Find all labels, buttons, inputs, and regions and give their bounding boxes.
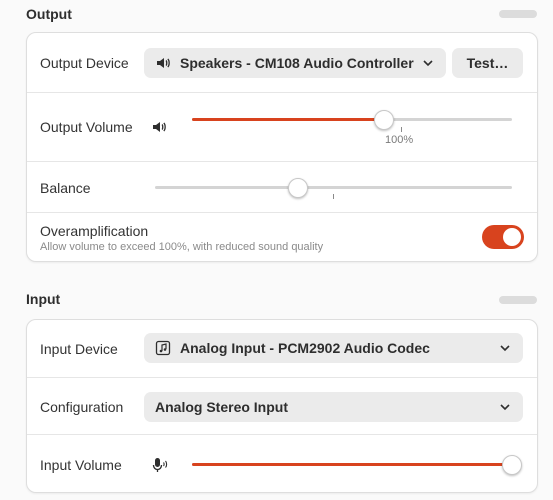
balance-knob[interactable] xyxy=(287,178,308,198)
test-button[interactable]: Test… xyxy=(452,48,523,78)
balance-center-tick xyxy=(333,194,334,199)
output-device-row: Output Device Speakers - CM108 Audio Con… xyxy=(27,33,537,92)
output-volume-label: Output Volume xyxy=(40,119,133,135)
toggle-knob xyxy=(503,228,521,246)
chevron-down-icon xyxy=(500,404,510,411)
microphone-icon xyxy=(152,458,168,472)
overamplification-row: Overamplification Allow volume to exceed… xyxy=(27,212,537,261)
balance-label: Balance xyxy=(40,180,91,196)
output-volume-slider[interactable] xyxy=(192,110,512,130)
input-section-title: Input xyxy=(26,291,61,307)
overamplification-description: Allow volume to exceed 100%, with reduce… xyxy=(40,241,324,253)
speaker-icon xyxy=(153,122,166,132)
configuration-dropdown[interactable]: Analog Stereo Input xyxy=(144,392,523,422)
input-device-value: Analog Input - PCM2902 Audio Codec xyxy=(180,340,430,356)
input-volume-fill xyxy=(192,463,512,466)
overamplification-label: Overamplification xyxy=(40,223,149,239)
configuration-value: Analog Stereo Input xyxy=(155,399,288,415)
output-volume-100-tick-label: 100% xyxy=(385,134,414,146)
input-section-handle xyxy=(499,296,537,304)
output-volume-row: Output Volume 100% xyxy=(27,92,537,162)
speaker-icon xyxy=(157,58,170,68)
configuration-label: Configuration xyxy=(40,399,124,415)
output-volume-100-tick xyxy=(401,127,402,132)
input-card: Input Device Analog Input - PCM2902 Audi… xyxy=(26,319,538,493)
output-device-value: Speakers - CM108 Audio Controller xyxy=(180,55,414,71)
input-device-dropdown[interactable]: Analog Input - PCM2902 Audio Codec xyxy=(144,333,523,363)
output-volume-fill xyxy=(192,118,384,121)
input-device-row: Input Device Analog Input - PCM2902 Audi… xyxy=(27,320,537,377)
output-section-title: Output xyxy=(26,6,72,22)
chevron-down-icon xyxy=(423,60,433,67)
input-device-label: Input Device xyxy=(40,341,118,357)
configuration-row: Configuration Analog Stereo Input xyxy=(27,377,537,435)
input-volume-knob[interactable] xyxy=(502,455,522,475)
audio-card-icon xyxy=(155,340,171,356)
output-device-dropdown[interactable]: Speakers - CM108 Audio Controller xyxy=(144,48,446,78)
overamplification-toggle[interactable] xyxy=(482,225,524,249)
output-section-handle xyxy=(499,10,537,18)
chevron-down-icon xyxy=(500,345,510,352)
output-card: Output Device Speakers - CM108 Audio Con… xyxy=(26,32,538,262)
balance-row: Balance xyxy=(27,161,537,213)
input-volume-slider[interactable] xyxy=(192,455,522,475)
input-volume-row: Input Volume xyxy=(27,434,537,492)
input-volume-label: Input Volume xyxy=(40,457,122,473)
output-device-label: Output Device xyxy=(40,55,129,71)
balance-slider[interactable] xyxy=(155,178,512,198)
output-volume-knob[interactable] xyxy=(374,110,394,130)
